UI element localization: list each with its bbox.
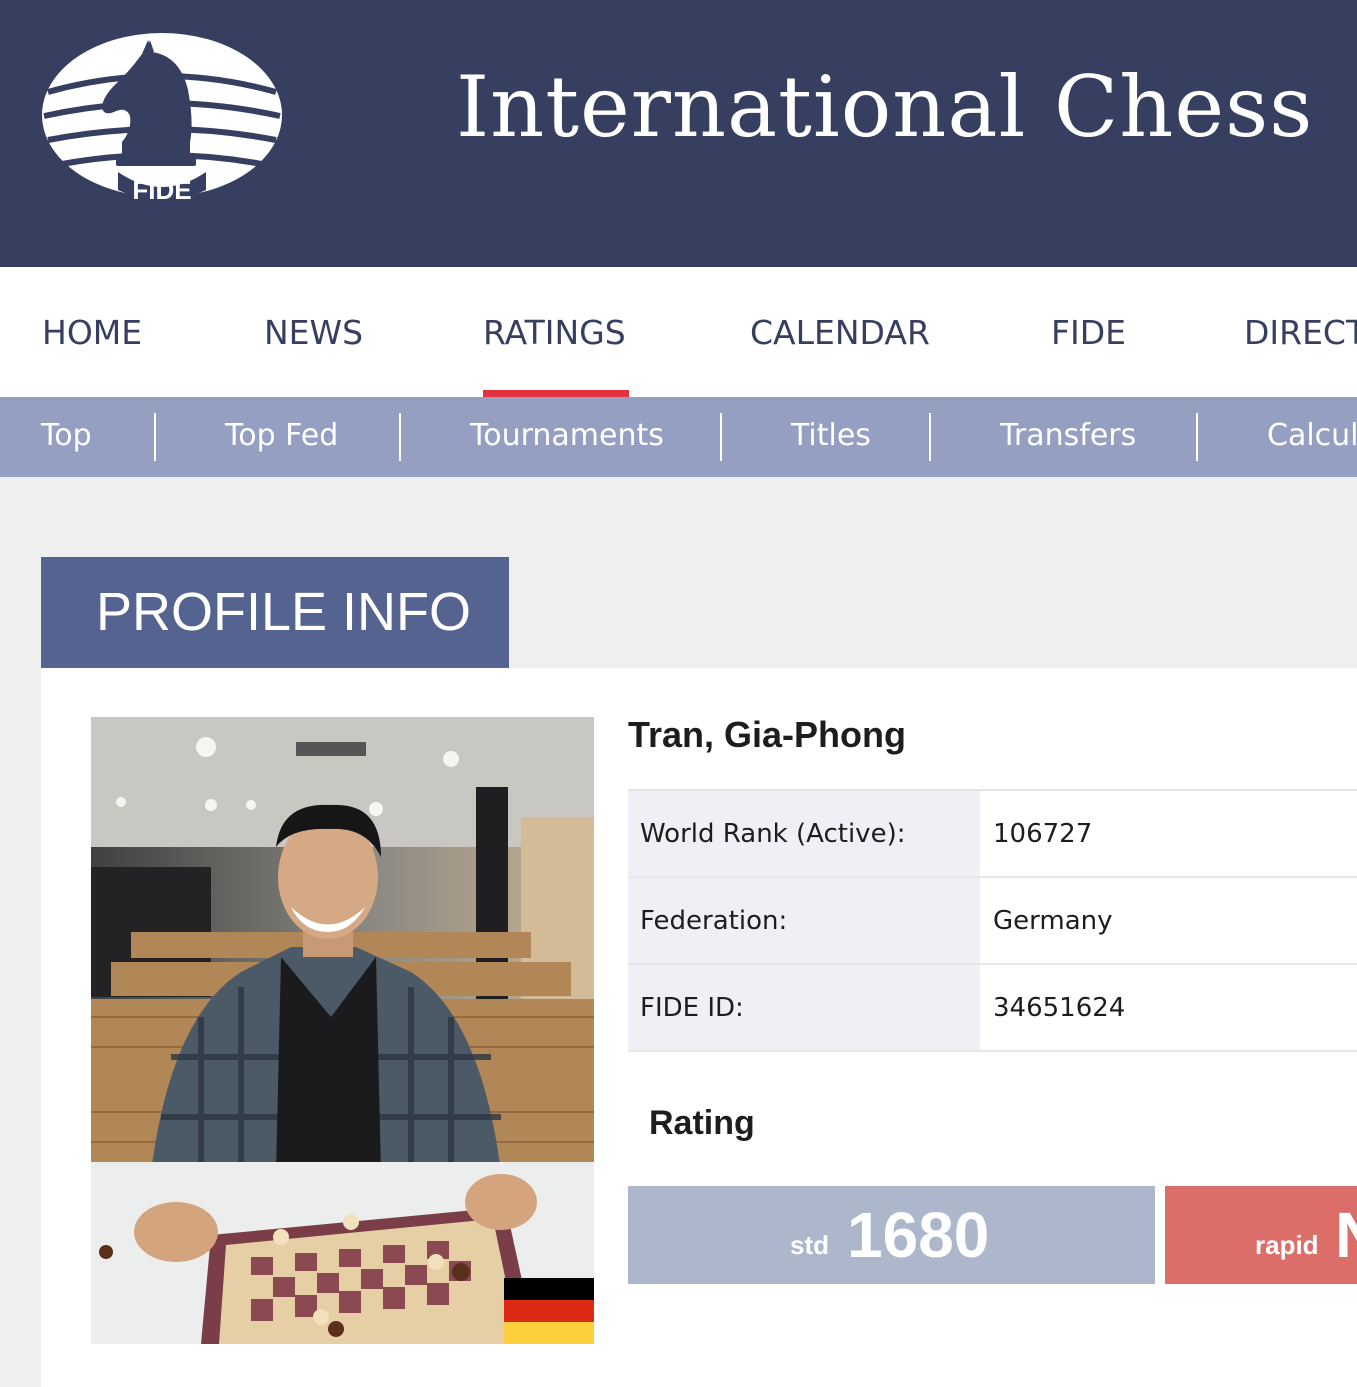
player-name: Tran, Gia-Phong bbox=[628, 714, 907, 755]
world-rank-value: 106727 bbox=[993, 818, 1093, 849]
nav-directory[interactable]: DIRECT bbox=[1244, 313, 1357, 352]
profile-info-title: PROFILE INFO bbox=[96, 582, 472, 642]
subnav-divider bbox=[154, 413, 156, 461]
nav-active-indicator bbox=[483, 390, 629, 397]
flag-stripe-black bbox=[504, 1278, 594, 1300]
subnav-transfers[interactable]: Transfers bbox=[1000, 418, 1136, 453]
table-row: Federation: Germany bbox=[628, 878, 1357, 965]
rapid-rating-value: N bbox=[1335, 1198, 1357, 1272]
subnav-titles[interactable]: Titles bbox=[791, 418, 871, 453]
rating-heading: Rating bbox=[649, 1104, 755, 1142]
std-rating-value: 1680 bbox=[847, 1199, 990, 1271]
germany-flag-icon bbox=[504, 1278, 594, 1344]
nav-ratings[interactable]: RATINGS bbox=[483, 313, 626, 352]
nav-fide[interactable]: FIDE bbox=[1051, 313, 1126, 352]
subnav-divider bbox=[929, 413, 931, 461]
profile-info-table: World Rank (Active): 106727 Federation: … bbox=[628, 789, 1357, 1052]
svg-text:FIDE: FIDE bbox=[132, 175, 191, 200]
fide-id-value: 34651624 bbox=[993, 992, 1126, 1023]
site-title: International Chess bbox=[456, 58, 1314, 156]
ratings-subnav: Top Top Fed Tournaments Titles Transfers… bbox=[0, 397, 1357, 477]
subnav-top[interactable]: Top bbox=[41, 418, 92, 453]
federation-label: Federation: bbox=[628, 878, 980, 963]
subnav-tournaments[interactable]: Tournaments bbox=[470, 418, 664, 453]
rapid-rating-box: rapid N bbox=[1165, 1186, 1357, 1284]
federation-value: Germany bbox=[993, 905, 1113, 936]
subnav-calculator[interactable]: Calcul bbox=[1267, 418, 1357, 453]
rapid-rating-label: rapid bbox=[1255, 1230, 1319, 1260]
fide-id-label: FIDE ID: bbox=[628, 965, 980, 1050]
nav-news[interactable]: NEWS bbox=[264, 313, 363, 352]
nav-home[interactable]: HOME bbox=[42, 313, 142, 352]
flag-stripe-red bbox=[504, 1300, 594, 1322]
profile-info-tab: PROFILE INFO bbox=[41, 557, 509, 668]
table-row: World Rank (Active): 106727 bbox=[628, 791, 1357, 878]
std-rating-box: std 1680 bbox=[628, 1186, 1155, 1284]
subnav-divider bbox=[1196, 413, 1198, 461]
subnav-top-fed[interactable]: Top Fed bbox=[225, 418, 338, 453]
subnav-divider bbox=[399, 413, 401, 461]
nav-calendar[interactable]: CALENDAR bbox=[750, 313, 930, 352]
player-photo bbox=[91, 717, 594, 1344]
main-navigation: HOME NEWS RATINGS CALENDAR FIDE DIRECT bbox=[0, 267, 1357, 397]
world-rank-label: World Rank (Active): bbox=[628, 791, 980, 876]
fide-logo[interactable]: FIDE bbox=[40, 30, 284, 200]
site-header: FIDE International Chess bbox=[0, 0, 1357, 267]
std-rating-label: std bbox=[790, 1230, 829, 1260]
subnav-divider bbox=[720, 413, 722, 461]
flag-stripe-gold bbox=[504, 1322, 594, 1344]
table-row: FIDE ID: 34651624 bbox=[628, 965, 1357, 1052]
